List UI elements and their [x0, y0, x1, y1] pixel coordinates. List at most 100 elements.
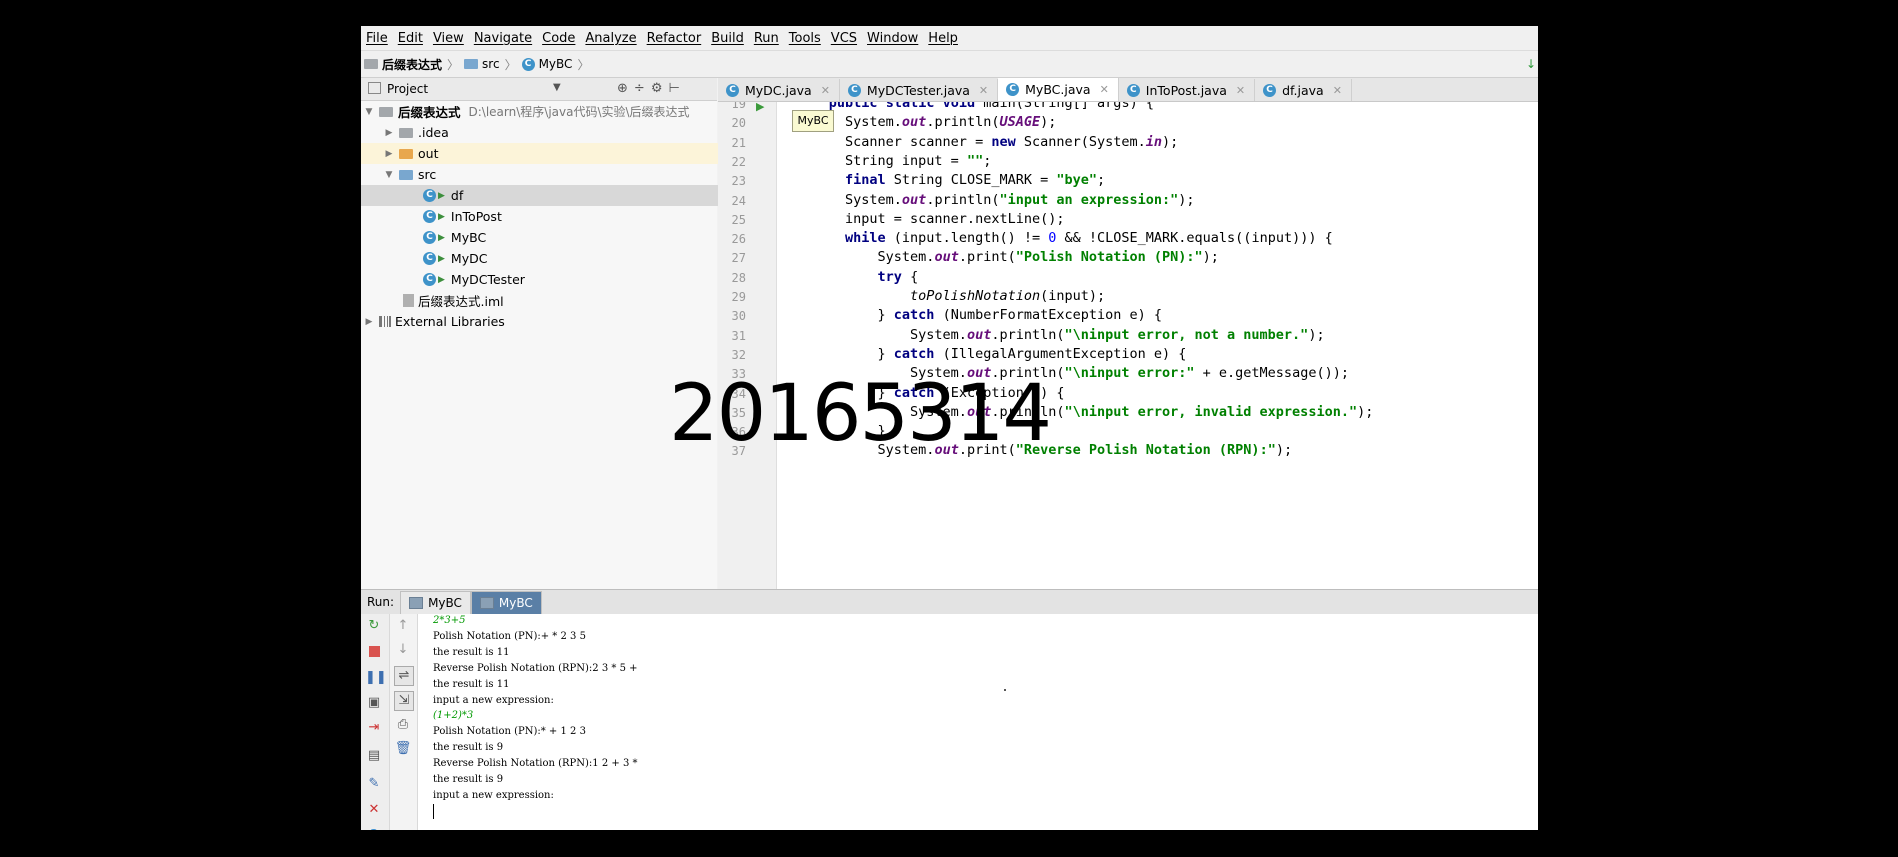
- locate-icon[interactable]: ⊕: [617, 81, 634, 96]
- run-config-icon: ▶: [438, 232, 445, 243]
- pin-icon[interactable]: ✎: [365, 775, 383, 793]
- console-icon: [479, 596, 494, 609]
- exit-icon[interactable]: ⇥: [365, 719, 383, 737]
- class-icon: C: [1126, 83, 1140, 97]
- project-panel-header: Project ▼ ⊕÷⚙⊢: [361, 78, 717, 101]
- tree-item-external-libraries[interactable]: ▶ External Libraries: [361, 311, 719, 332]
- tab-intopost[interactable]: C InToPost.java ✕: [1119, 79, 1256, 101]
- hide-icon[interactable]: ⊢: [668, 81, 685, 96]
- menu-edit[interactable]: Edit: [393, 31, 428, 46]
- tree-item-df[interactable]: C ▶ df: [361, 185, 779, 206]
- print-icon[interactable]: ⎙: [394, 716, 412, 734]
- soft-wrap-icon[interactable]: ⇌: [394, 666, 414, 686]
- menu-vcs[interactable]: VCS: [826, 31, 862, 46]
- tree-item-intopost[interactable]: C ▶ InToPost: [361, 206, 779, 227]
- expand-arrow-icon[interactable]: ▼: [363, 107, 375, 117]
- output-folder-icon: [399, 148, 413, 159]
- menu-code[interactable]: Code: [537, 31, 580, 46]
- console-output[interactable]: 2*3+5 Polish Notation (PN):+ * 2 3 5 the r…: [433, 614, 1533, 830]
- run-toolbar: ↻ ❚❚ ▣ ⇥ ▤ ✎ ✕ ?: [361, 614, 390, 830]
- project-folder-icon: [379, 106, 393, 117]
- menu-navigate[interactable]: Navigate: [469, 31, 537, 46]
- gear-icon[interactable]: ⚙: [651, 81, 669, 96]
- arrow-down-icon[interactable]: ↓: [394, 641, 412, 659]
- scroll-to-end-icon[interactable]: ⇲: [394, 691, 414, 711]
- run-tab-mybc-1[interactable]: MyBC: [400, 590, 471, 614]
- line-number: 19: [731, 102, 746, 111]
- line-number: 30: [731, 309, 746, 324]
- close-icon[interactable]: ✕: [365, 801, 383, 819]
- class-icon: C: [521, 57, 535, 71]
- tree-item-mybc[interactable]: C ▶ MyBC: [361, 227, 779, 248]
- breadcrumb-src[interactable]: src: [461, 57, 503, 71]
- menu-build[interactable]: Build: [706, 31, 749, 46]
- expand-arrow-icon[interactable]: ▶: [383, 128, 395, 138]
- code-line: System.out.println(USAGE);: [780, 114, 1057, 131]
- class-icon: C: [423, 252, 436, 265]
- menu-window[interactable]: Window: [862, 31, 923, 46]
- close-icon[interactable]: ✕: [1236, 84, 1245, 97]
- menu-run[interactable]: Run: [749, 31, 784, 46]
- project-panel-title[interactable]: Project: [387, 82, 428, 96]
- layout-icon[interactable]: ▤: [365, 747, 383, 765]
- close-icon[interactable]: ✕: [821, 84, 830, 97]
- console-line: the result is 11: [433, 646, 510, 658]
- menu-file[interactable]: File: [361, 31, 393, 46]
- tab-mydc[interactable]: C MyDC.java ✕: [718, 79, 840, 101]
- arrow-up-icon[interactable]: ↑: [394, 617, 412, 635]
- code-line: while (input.length() != 0 && !CLOSE_MAR…: [845, 230, 1333, 247]
- code-editor[interactable]: ▶ 19 20 21 22 23 24 25 26 27 28 29 30 31 32 33 34 35 36 37…: [718, 102, 1538, 589]
- tree-item-iml[interactable]: 后缀表达式.iml: [361, 290, 759, 311]
- download-icon[interactable]: ↓: [1526, 57, 1536, 71]
- tree-item-idea[interactable]: ▶ .idea: [361, 122, 739, 143]
- tree-item-mydctester[interactable]: C ▶ MyDCTester: [361, 269, 779, 290]
- rerun-icon[interactable]: ↻: [365, 617, 383, 635]
- folder-icon: [399, 127, 413, 138]
- tree-item-project-root[interactable]: ▼ 后缀表达式 D:\learn\程序\java代码\实验\后缀表达式: [361, 101, 719, 122]
- menu-bar: File Edit View Navigate Code Analyze Ref…: [361, 26, 1538, 50]
- close-icon[interactable]: ✕: [1333, 84, 1342, 97]
- line-number: 23: [731, 174, 746, 189]
- tree-item-out[interactable]: ▶ out: [361, 143, 739, 164]
- menu-tools[interactable]: Tools: [784, 31, 826, 46]
- code-line: toPolishNotation(input);: [910, 288, 1106, 304]
- line-number: 27: [731, 251, 746, 266]
- run-tab-mybc-2[interactable]: MyBC: [470, 590, 542, 614]
- console-line: Reverse Polish Notation (RPN):1 2 + 3 *: [433, 758, 638, 770]
- file-tooltip: MyBC: [792, 110, 834, 132]
- folder-icon: [464, 59, 479, 69]
- expand-arrow-icon[interactable]: ▼: [383, 170, 395, 180]
- close-icon[interactable]: ✕: [979, 84, 988, 97]
- console-line: Polish Notation (PN):* + 1 2 3: [433, 726, 586, 738]
- run-config-icon: ▶: [438, 190, 445, 201]
- breadcrumb-mybc[interactable]: C MyBC: [519, 57, 576, 71]
- expand-arrow-icon[interactable]: ▶: [363, 317, 375, 327]
- close-icon[interactable]: ✕: [1100, 83, 1109, 96]
- project-folder-icon: [364, 59, 378, 69]
- tab-mybc[interactable]: C MyBC.java ✕: [998, 78, 1119, 101]
- collapse-icon[interactable]: ÷: [634, 81, 651, 96]
- console-line: the result is 11: [433, 678, 510, 690]
- pause-icon[interactable]: ❚❚: [365, 669, 387, 687]
- tree-item-mydc[interactable]: C ▶ MyDC: [361, 248, 779, 269]
- project-view-icon: [368, 82, 381, 94]
- class-icon: C: [423, 189, 436, 202]
- menu-refactor[interactable]: Refactor: [642, 31, 707, 46]
- camera-icon[interactable]: ▣: [365, 694, 383, 712]
- tab-mydctester[interactable]: C MyDCTester.java ✕: [840, 79, 999, 101]
- help-icon[interactable]: ?: [365, 827, 383, 830]
- menu-view[interactable]: View: [428, 31, 469, 46]
- stop-icon[interactable]: [365, 643, 383, 661]
- stray-dot: [1004, 689, 1006, 691]
- expand-arrow-icon[interactable]: ▶: [383, 149, 395, 159]
- tab-df[interactable]: C df.java ✕: [1255, 79, 1352, 101]
- trash-icon[interactable]: 🗑: [394, 740, 412, 758]
- run-gutter-icon[interactable]: ▶: [756, 102, 764, 113]
- tree-item-src[interactable]: ▼ src: [361, 164, 739, 185]
- chevron-down-icon[interactable]: ▼: [553, 82, 561, 93]
- line-number: 20: [731, 116, 746, 131]
- menu-help[interactable]: Help: [923, 31, 963, 46]
- breadcrumb-project[interactable]: 后缀表达式: [361, 56, 445, 73]
- console-line: (1+2)*3: [433, 710, 474, 722]
- menu-analyze[interactable]: Analyze: [580, 31, 641, 46]
